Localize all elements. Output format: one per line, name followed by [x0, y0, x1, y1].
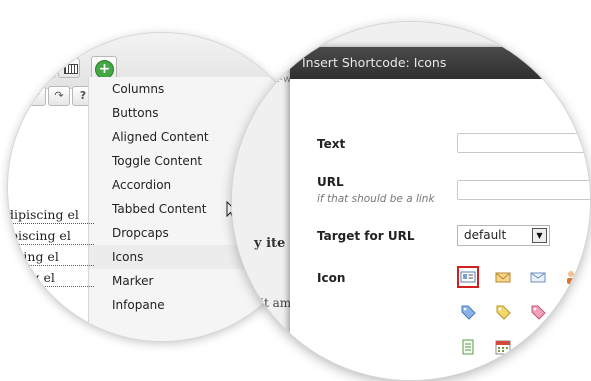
background-text: sit am am — [254, 294, 291, 330]
tag-blue-icon[interactable] — [457, 301, 479, 323]
text-label: Text — [317, 137, 346, 151]
dialog-title: Insert Shortcode: Icons — [290, 47, 590, 79]
url-input[interactable] — [457, 180, 590, 200]
background-tab: index-w — [252, 74, 292, 85]
user-icon[interactable] — [560, 266, 582, 288]
target-select-value: default — [464, 228, 507, 242]
target-label: Target for URL — [317, 229, 415, 243]
editor-line: iscing el — [8, 247, 94, 266]
toolbar-button[interactable] — [34, 58, 56, 78]
editor-content[interactable]: dipiscing el ipiscing el iscing el scing… — [8, 205, 96, 289]
right-magnifier: index-w y ite sit am am Insert Shortcode… — [232, 22, 590, 380]
insert-shortcode-dialog: Insert Shortcode: Icons Text URL if that… — [290, 47, 590, 380]
editor-line: ipiscing el — [8, 226, 94, 245]
calendar-icon[interactable] — [492, 336, 514, 358]
url-hint: if that should be a link — [317, 193, 435, 205]
tag-yellow-icon[interactable] — [492, 301, 514, 323]
document-icon[interactable] — [457, 336, 479, 358]
editor-line: scing el — [8, 268, 94, 287]
envelope-open-icon[interactable] — [492, 266, 514, 288]
text-input[interactable] — [457, 133, 590, 153]
target-select[interactable]: default ▼ — [457, 225, 550, 246]
vcard-icon[interactable] — [457, 266, 479, 288]
url-label: URL — [317, 175, 344, 189]
envelope-icon[interactable] — [527, 266, 549, 288]
background-line: sit am — [254, 296, 292, 310]
chevron-down-icon[interactable]: ▼ — [532, 228, 547, 243]
editor-line: dipiscing el — [8, 205, 94, 224]
undo-button[interactable]: ↶ — [24, 86, 46, 106]
background-line: am — [254, 314, 273, 328]
smiley-icon[interactable] — [457, 369, 479, 380]
keyboard-button[interactable] — [58, 58, 80, 78]
icon-label: Icon — [317, 271, 346, 285]
tag-pink-icon[interactable] — [527, 301, 549, 323]
redo-button[interactable]: ↷ — [48, 86, 70, 106]
keyboard-icon — [64, 64, 78, 74]
background-heading: y ite — [254, 236, 286, 251]
